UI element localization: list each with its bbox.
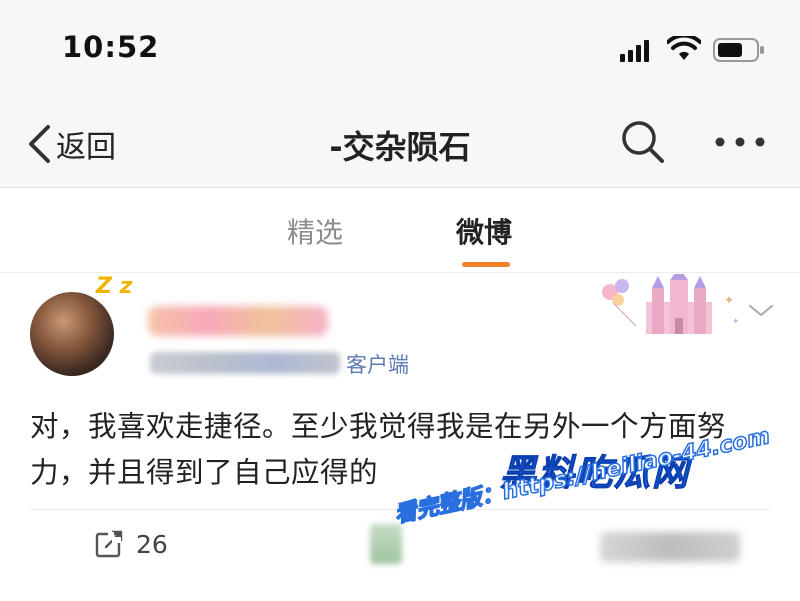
repost-button[interactable]: 26 xyxy=(94,529,168,559)
wifi-icon xyxy=(667,36,701,60)
tab-weibo[interactable]: 微博 xyxy=(456,211,512,251)
more-icon[interactable] xyxy=(712,124,768,160)
page-title: -交杂陨石 xyxy=(329,128,471,166)
nav-bar: 返回 -交杂陨石 xyxy=(0,100,800,188)
weibo-post: Z z 客户端 ✦ ✦ 对，我喜欢走捷径。至少我觉得我是在另外一个方面努力，并且… xyxy=(0,274,800,601)
tab-bar: 精选 微博 xyxy=(0,189,800,273)
signal-icon xyxy=(620,40,649,62)
svg-text:✦: ✦ xyxy=(724,293,734,307)
post-source[interactable]: 客户端 xyxy=(346,349,409,379)
castle-decoration-icon: ✦ ✦ xyxy=(602,274,740,334)
chevron-left-icon xyxy=(29,125,50,163)
comment-button-blurred[interactable] xyxy=(370,524,402,564)
search-icon[interactable] xyxy=(620,118,666,166)
avatar[interactable] xyxy=(30,292,114,376)
repost-count: 26 xyxy=(136,529,168,559)
post-time-blurred xyxy=(150,352,340,374)
battery-icon xyxy=(713,38,764,62)
chevron-down-icon[interactable] xyxy=(746,300,776,320)
tab-featured[interactable]: 精选 xyxy=(287,211,343,251)
sleep-badge-icon: Z z xyxy=(96,274,133,299)
like-button-blurred[interactable] xyxy=(600,532,740,562)
username-blurred[interactable] xyxy=(148,306,328,336)
back-label: 返回 xyxy=(56,130,116,165)
back-button[interactable]: 返回 xyxy=(26,122,116,166)
status-time: 10:52 xyxy=(62,30,160,64)
status-bar: 10:52 xyxy=(0,0,800,100)
svg-text:✦: ✦ xyxy=(732,317,740,327)
share-icon xyxy=(95,530,123,558)
active-tab-indicator xyxy=(462,262,510,267)
